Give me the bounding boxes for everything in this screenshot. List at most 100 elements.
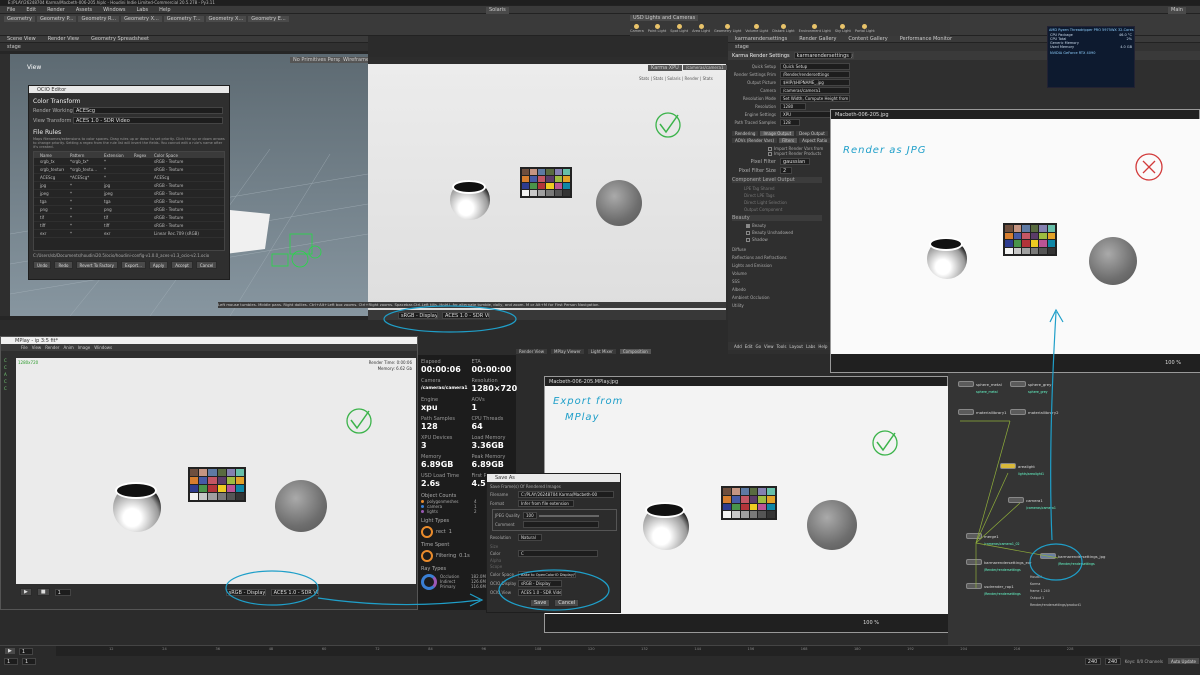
- auto-update-button[interactable]: Auto Update: [1166, 657, 1200, 665]
- param-section[interactable]: Volume: [732, 271, 747, 276]
- zoom-top[interactable]: 100 %: [1165, 360, 1181, 366]
- param-subtab[interactable]: Image Output: [760, 131, 795, 136]
- ocio-button[interactable]: Undo: [33, 261, 52, 269]
- timeline-frame[interactable]: 1: [18, 647, 33, 655]
- shelf-tool[interactable]: Spot Light: [670, 24, 688, 33]
- camera-badge[interactable]: /cameras/camera1: [683, 65, 727, 70]
- param-section[interactable]: Diffuse: [732, 247, 746, 252]
- net-menu-item[interactable]: Tools: [777, 344, 787, 349]
- param-section[interactable]: Ambient Occlusion: [732, 295, 770, 300]
- pane-tab[interactable]: Render View: [45, 36, 82, 42]
- menu-item[interactable]: File: [4, 7, 18, 13]
- display-select[interactable]: sRGB - Display: [398, 311, 438, 319]
- view-transform-select[interactable]: ACES 1.0 - SDR Video: [73, 117, 223, 124]
- table-row[interactable]: tga * tga sRGB - Texture: [34, 198, 224, 206]
- param-subtab[interactable]: AOVs (Render Vars): [732, 138, 778, 143]
- ocio-button[interactable]: Accept: [171, 261, 193, 269]
- shelf-tool[interactable]: Environment Light: [799, 24, 831, 33]
- checkbox[interactable]: [746, 237, 750, 242]
- mplay-tree-item[interactable]: C: [4, 379, 7, 384]
- shelf-tool[interactable]: Geometry Light: [714, 24, 741, 33]
- zoom-bottom[interactable]: 100 %: [863, 620, 879, 626]
- mid-tab[interactable]: Render View: [516, 349, 548, 354]
- ocio-button[interactable]: Redo: [54, 261, 73, 269]
- param-tab[interactable]: karmarendersettings: [732, 36, 790, 42]
- checkbox[interactable]: [768, 146, 772, 151]
- mplay-frame[interactable]: 1: [54, 588, 71, 596]
- table-row[interactable]: png * png sRGB - Texture: [34, 206, 224, 214]
- shelf-tool[interactable]: Area Light: [692, 24, 710, 33]
- param-section[interactable]: Utility: [732, 303, 744, 308]
- param-section[interactable]: Reflections and Refractions: [732, 255, 787, 260]
- filename-field[interactable]: C:/PLAY/26248704 Karma/Macbeth-00: [518, 491, 614, 498]
- play-button[interactable]: ▶: [20, 588, 32, 596]
- param-field[interactable]: Quick Setup: [780, 63, 850, 70]
- param-field[interactable]: $HIP/$HIPNAME_.jpg: [780, 79, 850, 86]
- param-subtab[interactable]: Deep Output: [796, 131, 828, 136]
- cancel-button[interactable]: Cancel: [554, 599, 580, 607]
- mplay-menu[interactable]: Anim: [63, 345, 73, 350]
- renderer-badge[interactable]: Karma XPU: [648, 65, 682, 71]
- ocio-button[interactable]: Export...: [120, 261, 146, 269]
- build-selector[interactable]: Main: [1168, 7, 1186, 14]
- net-menu-item[interactable]: View: [764, 344, 774, 349]
- shelf-tab[interactable]: Geometry T...: [163, 16, 204, 22]
- param-field[interactable]: 128: [780, 119, 800, 126]
- pixel-filter-field[interactable]: gaussian: [780, 158, 810, 165]
- pane-tab[interactable]: Scene View: [4, 36, 39, 42]
- mplay-view[interactable]: ACES 1.0 - SDR Video: [270, 588, 319, 596]
- shelf-tab-lights[interactable]: USD Lights and Cameras: [630, 15, 699, 21]
- ocio-button[interactable]: Apply: [148, 261, 169, 269]
- timeline-play[interactable]: ▶: [4, 647, 16, 655]
- shelf-tool[interactable]: Distant Light: [772, 24, 795, 33]
- pane-tab[interactable]: Geometry Spreadsheet: [88, 36, 152, 42]
- stop-button[interactable]: ■: [36, 588, 50, 596]
- mplay-menu[interactable]: Image: [78, 345, 91, 350]
- menu-item[interactable]: Assets: [73, 7, 95, 13]
- mplay-menu[interactable]: View: [32, 345, 42, 350]
- resolution-select[interactable]: Natural: [518, 534, 542, 541]
- param-section[interactable]: Albedo: [732, 287, 746, 292]
- net-menu-item[interactable]: Layout: [789, 344, 803, 349]
- table-row[interactable]: jpg * jpg sRGB - Texture: [34, 182, 224, 190]
- mplay-tree-item[interactable]: C: [4, 365, 7, 370]
- timeline-end2[interactable]: 240: [1104, 657, 1121, 665]
- net-menu-item[interactable]: Edit: [745, 344, 753, 349]
- net-menu-item[interactable]: Labs: [806, 344, 815, 349]
- shelf-tab[interactable]: Geometry R...: [78, 16, 120, 22]
- component-section[interactable]: Component Level Output: [732, 177, 822, 183]
- param-subtab[interactable]: Filters: [779, 138, 798, 143]
- table-row[interactable]: exr * exr Linear Rec.709 (sRGB): [34, 230, 224, 238]
- param-section[interactable]: Lights and Emission: [732, 263, 772, 268]
- node-name-field[interactable]: karmarendersettings_jpg: [793, 52, 854, 59]
- mplay-menu[interactable]: File: [21, 345, 28, 350]
- jpeg-quality-field[interactable]: 100: [523, 512, 537, 519]
- timeline-end[interactable]: 240: [1084, 657, 1101, 665]
- param-field[interactable]: 1280: [780, 103, 806, 110]
- timeline-start[interactable]: 1: [4, 657, 18, 665]
- mplay-tree-item[interactable]: C: [4, 358, 7, 363]
- menu-item[interactable]: Edit: [23, 7, 39, 13]
- shelf-tab[interactable]: Geometry: [4, 16, 35, 22]
- menu-item[interactable]: Labs: [133, 7, 151, 13]
- mplay-tree-item[interactable]: A: [4, 372, 7, 377]
- checkbox[interactable]: [746, 223, 750, 228]
- menu-item[interactable]: Render: [44, 7, 68, 13]
- mplay-menu[interactable]: Windows: [94, 345, 112, 350]
- param-subtab[interactable]: Aspect Ratio: [799, 138, 831, 143]
- ocio-view-select[interactable]: ACES 1.0 - SDR Video: [518, 589, 562, 596]
- shelf-tool[interactable]: Volume Light: [745, 24, 768, 33]
- comment-field[interactable]: [523, 521, 599, 528]
- mid-tab[interactable]: MPlay Viewer: [551, 349, 584, 354]
- format-select[interactable]: Infer from file extension: [518, 500, 574, 507]
- colorspace-select[interactable]: Bake to OpenColorIO Display/View: [518, 571, 576, 578]
- shelf-tool[interactable]: Point Light: [648, 24, 666, 33]
- mplay-tree-item[interactable]: C: [4, 386, 7, 391]
- param-tab[interactable]: Performance Monitor: [897, 36, 955, 42]
- net-menu-item[interactable]: Go: [756, 344, 762, 349]
- shelf-tab[interactable]: Geometry X...: [121, 16, 162, 22]
- mid-tab[interactable]: Composition: [619, 349, 651, 354]
- color-field[interactable]: C: [518, 550, 598, 557]
- table-row[interactable]: srgb_texture *srgb_textu... * sRGB - Textur…: [34, 166, 224, 174]
- desktop-selector[interactable]: Solaris: [486, 7, 509, 14]
